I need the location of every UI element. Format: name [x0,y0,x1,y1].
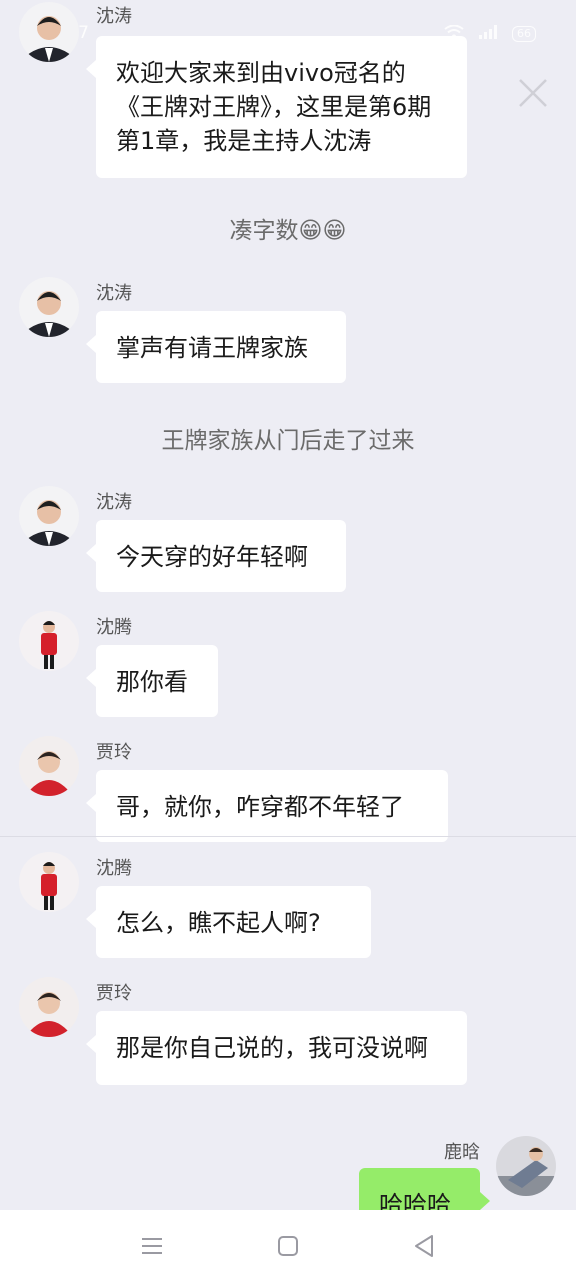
sender-name: 沈涛 [96,492,132,513]
avatar[interactable] [19,977,79,1037]
navigation-bar [0,1210,576,1280]
sender-name: 沈腾 [96,617,132,638]
message-bubble[interactable]: 哥，就你，咋穿都不年轻了 [86,770,448,842]
avatar[interactable] [19,277,79,337]
message-bubble[interactable]: 那是你自己说的，我可没说啊 [86,1011,467,1085]
avatar[interactable] [19,736,79,796]
message-bubble[interactable]: 今天穿的好年轻啊 [86,520,346,592]
sender-name: 沈腾 [96,858,132,879]
back-icon[interactable] [410,1232,438,1260]
avatar[interactable] [19,2,79,62]
avatar[interactable] [19,611,79,671]
close-icon[interactable] [516,76,550,110]
sender-name: 鹿晗 [444,1142,480,1163]
avatar[interactable] [19,852,79,912]
message-bubble[interactable]: 掌声有请王牌家族 [86,311,346,383]
home-icon[interactable] [274,1232,302,1260]
message-bubble[interactable]: 怎么，瞧不起人啊? [86,886,371,958]
battery-indicator: 66 [512,26,536,42]
sender-name: 沈涛 [96,6,132,27]
divider [0,836,576,837]
menu-icon[interactable] [138,1232,166,1260]
signal-icon [478,24,498,44]
avatar[interactable] [496,1136,556,1196]
message-bubble[interactable]: 欢迎大家来到由vivo冠名的《王牌对王牌》，这里是第6期第1章，我是主持人沈涛 [86,36,467,178]
avatar[interactable] [19,486,79,546]
sender-name: 沈涛 [96,283,132,304]
system-message: 凑字数😁😁 [229,218,347,244]
sender-name: 贾玲 [96,742,132,763]
sender-name: 贾玲 [96,983,132,1004]
message-bubble[interactable]: 那你看 [86,645,218,717]
system-message: 王牌家族从门后走了过来 [161,428,415,454]
